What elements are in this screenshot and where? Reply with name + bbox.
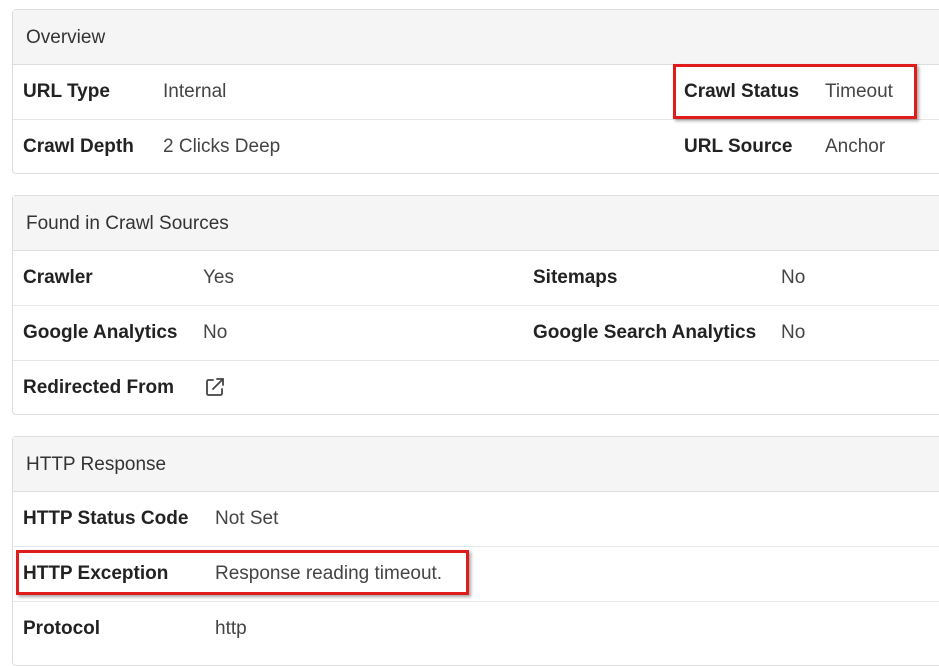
redirected-from-label: Redirected From [23, 377, 174, 398]
url-source-label: URL Source [684, 136, 793, 157]
sitemaps-label: Sitemaps [533, 267, 618, 288]
crawl-sources-row-analytics: Google Analytics No Google Search Analyt… [13, 306, 939, 361]
sitemaps-value: No [781, 267, 806, 288]
http-response-row-status-code: HTTP Status Code Not Set [13, 492, 939, 547]
crawl-sources-heading: Found in Crawl Sources [13, 196, 939, 251]
url-type-value: Internal [163, 81, 227, 102]
google-search-analytics-value: No [781, 322, 806, 343]
crawl-sources-panel: Found in Crawl Sources Crawler Yes Sitem… [12, 195, 939, 415]
crawler-value: Yes [203, 267, 234, 288]
google-analytics-value: No [203, 322, 228, 343]
overview-title: Overview [26, 27, 106, 48]
http-exception-value: Response reading timeout. [215, 563, 443, 584]
http-response-title: HTTP Response [26, 454, 167, 475]
crawl-depth-value: 2 Clicks Deep [163, 136, 281, 157]
protocol-value: http [215, 618, 247, 639]
http-response-row-exception: HTTP Exception Response reading timeout. [13, 547, 939, 602]
google-analytics-label: Google Analytics [23, 322, 178, 343]
crawl-status-value: Timeout [825, 81, 893, 102]
crawl-status-label: Crawl Status [684, 81, 800, 102]
crawl-depth-label: Crawl Depth [23, 136, 134, 157]
google-search-analytics-label: Google Search Analytics [533, 322, 757, 343]
http-exception-label: HTTP Exception [23, 563, 169, 584]
external-link-icon[interactable] [203, 375, 227, 399]
crawl-sources-row-crawler: Crawler Yes Sitemaps No [13, 251, 939, 306]
http-response-panel: HTTP Response HTTP Status Code Not Set H… [12, 436, 939, 666]
overview-panel: Overview URL Type Internal Crawl Status … [12, 9, 939, 174]
protocol-label: Protocol [23, 618, 101, 639]
crawl-sources-row-redirected: Redirected From [13, 361, 939, 416]
http-response-row-protocol: Protocol http [13, 602, 939, 657]
http-response-heading: HTTP Response [13, 437, 939, 492]
http-status-code-label: HTTP Status Code [23, 508, 189, 529]
crawler-label: Crawler [23, 267, 93, 288]
overview-heading: Overview [13, 10, 939, 65]
crawl-sources-title: Found in Crawl Sources [26, 213, 229, 234]
overview-row-crawl-depth: Crawl Depth 2 Clicks Deep URL Source Anc… [13, 120, 939, 175]
url-source-value: Anchor [825, 136, 886, 157]
http-status-code-value: Not Set [215, 508, 279, 529]
url-type-label: URL Type [23, 81, 110, 102]
overview-row-url-type: URL Type Internal Crawl Status Timeout [13, 65, 939, 120]
